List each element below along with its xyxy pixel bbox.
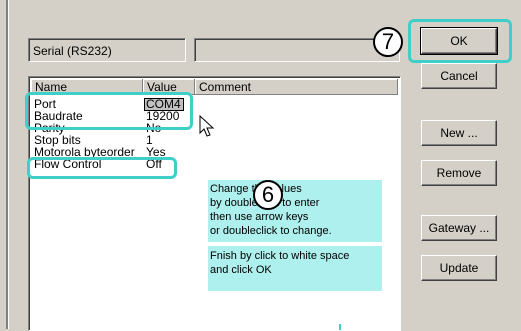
secondary-field[interactable]	[194, 38, 400, 62]
interface-field[interactable]: Serial (RS232)	[28, 38, 186, 62]
interface-field-text: Serial (RS232)	[33, 44, 112, 58]
highlight-motorola-byteorder	[27, 157, 177, 179]
instruction-callout-bottom: Fnish by click to white space and click …	[208, 246, 382, 291]
mouse-cursor-icon	[199, 115, 215, 137]
gateway-button[interactable]: Gateway ...	[421, 215, 497, 241]
step-badge-6: 6	[253, 180, 283, 210]
callout-line-4: or doubleclick to change.	[210, 225, 332, 237]
callout-pointer-tick	[339, 324, 341, 330]
update-button[interactable]: Update	[421, 255, 497, 281]
remove-button[interactable]: Remove	[421, 160, 497, 186]
highlight-port-baudrate	[25, 92, 193, 130]
secondary-field-text	[195, 39, 399, 44]
left-frame-edge	[6, 0, 9, 329]
instruction-callout-top: Change the values by doubleclick to ente…	[208, 180, 382, 242]
callout-line-3: then use arrow keys	[210, 211, 309, 223]
step-badge-7: 7	[373, 27, 403, 57]
cancel-button[interactable]: Cancel	[421, 63, 497, 89]
column-header-comment[interactable]: Comment	[195, 79, 398, 95]
callout-line-5: Fnish by click to white space	[210, 250, 350, 262]
ok-button[interactable]: OK	[420, 27, 498, 55]
new-button[interactable]: New ...	[421, 120, 497, 146]
callout-line-6: and click OK	[210, 264, 272, 276]
